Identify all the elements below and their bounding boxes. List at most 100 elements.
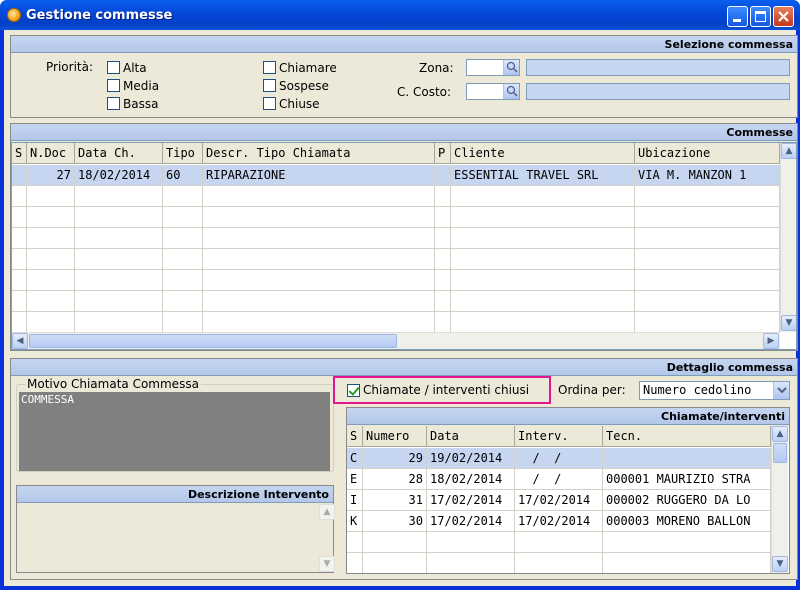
col-header-s[interactable]: S <box>347 426 363 447</box>
empty-cell <box>163 228 203 249</box>
empty-cell <box>75 207 163 228</box>
col-header-cliente[interactable]: Cliente <box>451 143 635 164</box>
maximize-icon <box>755 11 766 22</box>
dettaglio-panel: Dettaglio commessa Motivo Chiamata Comme… <box>10 358 798 580</box>
cell-numero: 28 <box>363 469 427 490</box>
chiamare-label: Chiamare <box>279 61 337 75</box>
empty-cell <box>12 186 27 207</box>
scroll-left-button[interactable]: ◀ <box>12 333 28 349</box>
cell-numero: 30 <box>363 511 427 532</box>
scroll-down-button[interactable]: ▼ <box>772 556 788 572</box>
empty-cell <box>27 312 75 333</box>
window-title: Gestione commesse <box>26 8 173 23</box>
zona-code-input[interactable] <box>466 59 520 76</box>
col-header-tipo[interactable]: Tipo <box>163 143 203 164</box>
cell-tecn: 000003 MORENO BALLON <box>603 511 771 532</box>
descrizione-header: Descrizione Intervento <box>17 486 333 503</box>
commesse-grid[interactable]: S N.Doc Data Ch. Tipo Descr. Tipo Chiama… <box>11 142 797 350</box>
scroll-down-button[interactable]: ▼ <box>319 556 335 572</box>
commesse-header: Commesse <box>11 124 797 141</box>
descrizione-vscroll[interactable]: ▲ ▼ <box>319 504 335 572</box>
sospese-checkbox[interactable] <box>263 79 276 92</box>
media-label: Media <box>123 79 160 93</box>
col-header-interv[interactable]: Interv. <box>515 426 603 447</box>
cell-interv: 17/02/2014 <box>515 490 603 511</box>
hscroll-thumb[interactable] <box>29 334 397 348</box>
col-header-numero[interactable]: Numero <box>363 426 427 447</box>
col-header-s[interactable]: S <box>12 143 27 164</box>
selezione-panel: Selezione commessa Priorità: Alta Media … <box>10 35 798 118</box>
interventi-grid[interactable]: S Numero Data Interv. Tecn. C 29 19/02/2… <box>347 426 789 573</box>
costo-lookup-button[interactable] <box>503 84 519 99</box>
col-header-p[interactable]: P <box>435 143 451 164</box>
sospese-label: Sospese <box>279 79 329 93</box>
costo-code-input[interactable] <box>466 83 520 100</box>
cell-interv: 17/02/2014 <box>515 511 603 532</box>
scroll-up-button[interactable]: ▲ <box>781 143 796 159</box>
scroll-up-button[interactable]: ▲ <box>319 504 335 520</box>
empty-cell <box>635 207 780 228</box>
commesse-vscroll[interactable]: ▲ ▼ <box>780 143 796 332</box>
cell-numero: 29 <box>363 448 427 469</box>
scroll-right-button[interactable]: ▶ <box>763 333 779 349</box>
media-checkbox[interactable] <box>107 79 120 92</box>
empty-cell <box>427 553 515 573</box>
costo-label: C. Costo: <box>397 85 452 99</box>
cell-data: 17/02/2014 <box>427 490 515 511</box>
cell-p <box>435 165 451 186</box>
col-header-ubicazione[interactable]: Ubicazione <box>635 143 780 164</box>
col-header-data[interactable]: Data <box>427 426 515 447</box>
chiuse-checkbox[interactable] <box>263 97 276 110</box>
scroll-down-button[interactable]: ▼ <box>781 315 796 331</box>
col-header-ndoc[interactable]: N.Doc <box>27 143 75 164</box>
chiusi-label: Chiamate / interventi chiusi <box>363 383 530 397</box>
cell-descr: RIPARAZIONE <box>203 165 435 186</box>
empty-cell <box>163 249 203 270</box>
empty-cell <box>435 186 451 207</box>
col-header-tecn[interactable]: Tecn. <box>603 426 771 447</box>
empty-cell <box>451 186 635 207</box>
ordina-dropdown-button[interactable] <box>773 382 789 399</box>
alta-checkbox[interactable] <box>107 61 120 74</box>
empty-cell <box>203 291 435 312</box>
chiamare-checkbox[interactable] <box>263 61 276 74</box>
close-button[interactable] <box>773 6 794 27</box>
bassa-checkbox[interactable] <box>107 97 120 110</box>
commesse-hscroll[interactable]: ◀ ▶ <box>12 332 780 349</box>
empty-cell <box>451 207 635 228</box>
costo-description-field <box>526 83 790 100</box>
empty-cell <box>12 249 27 270</box>
empty-cell <box>27 186 75 207</box>
empty-cell <box>203 228 435 249</box>
maximize-button[interactable] <box>750 6 771 27</box>
minimize-button[interactable] <box>727 6 748 27</box>
empty-cell <box>451 312 635 333</box>
cell-tecn: 000002 RUGGERO DA LO <box>603 490 771 511</box>
title-bar[interactable]: Gestione commesse <box>0 0 800 30</box>
cell-data: 17/02/2014 <box>427 511 515 532</box>
empty-cell <box>435 249 451 270</box>
chiusi-checkbox[interactable] <box>347 384 360 397</box>
ordina-select[interactable]: Numero cedolino <box>639 381 790 400</box>
zona-lookup-button[interactable] <box>503 60 519 75</box>
empty-cell <box>75 186 163 207</box>
empty-cell <box>163 207 203 228</box>
col-header-data[interactable]: Data Ch. <box>75 143 163 164</box>
empty-cell <box>435 207 451 228</box>
empty-cell <box>27 270 75 291</box>
col-header-descr[interactable]: Descr. Tipo Chiamata <box>203 143 435 164</box>
interventi-vscroll[interactable]: ▲ ▼ <box>771 426 788 573</box>
empty-cell <box>347 553 363 573</box>
priorita-label: Priorità: <box>46 60 94 74</box>
cell-s: C <box>347 448 363 469</box>
empty-cell <box>27 228 75 249</box>
empty-cell <box>603 532 771 553</box>
vscroll-thumb[interactable] <box>773 443 787 463</box>
empty-cell <box>635 270 780 291</box>
empty-cell <box>515 532 603 553</box>
empty-cell <box>635 228 780 249</box>
motivo-memo[interactable]: COMMESSA <box>19 392 330 471</box>
scroll-up-button[interactable]: ▲ <box>772 426 788 442</box>
empty-cell <box>75 312 163 333</box>
cell-interv: / / <box>515 469 603 490</box>
